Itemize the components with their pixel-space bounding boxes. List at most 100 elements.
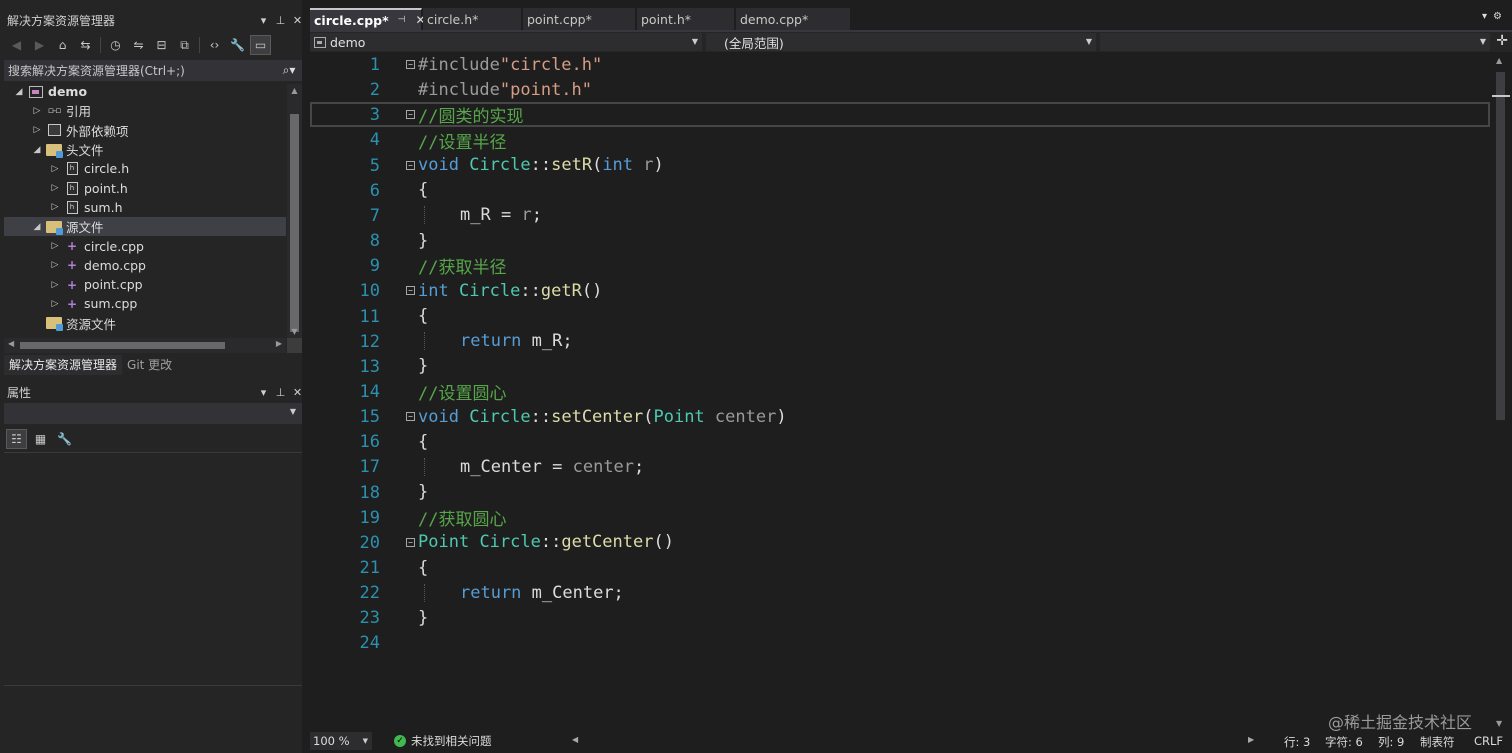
panel-splitter[interactable]: [302, 0, 310, 753]
tree-item[interactable]: ▷ + sum.cpp: [4, 294, 286, 313]
scroll-right-icon[interactable]: ▶: [1248, 735, 1254, 744]
scroll-down-icon[interactable]: ▼: [287, 327, 302, 336]
tab-point-h[interactable]: point.h*: [637, 8, 735, 30]
scroll-down-icon[interactable]: ▼: [1496, 719, 1502, 728]
tree-item[interactable]: ◢ 源文件: [4, 217, 286, 237]
preview-selected-icon[interactable]: ▭: [250, 35, 271, 55]
line-ending-indicator[interactable]: CRLF: [1474, 734, 1503, 748]
scroll-right-icon[interactable]: ▶: [276, 339, 282, 348]
tree-item[interactable]: ▷ h circle.h: [4, 159, 286, 178]
code-line: }: [418, 482, 429, 503]
tree-item[interactable]: ◢ demo: [4, 82, 286, 101]
tree-item[interactable]: 资源文件: [4, 314, 286, 333]
expanded-arrow-icon[interactable]: ◢: [30, 145, 44, 155]
collapsed-arrow-icon[interactable]: ▷: [48, 280, 62, 290]
tree-item-label: point.cpp: [84, 277, 143, 293]
view-code-icon[interactable]: ‹›: [204, 35, 225, 55]
scroll-thumb[interactable]: [290, 114, 299, 332]
tree-item[interactable]: ▷ ▫-▫ 引用: [4, 101, 286, 120]
pending-changes-filter-icon[interactable]: ◷: [105, 35, 126, 55]
dropdown-icon[interactable]: ▾: [255, 386, 272, 399]
tree-horizontal-scrollbar[interactable]: ◀ ▶: [4, 338, 286, 353]
tab-label: point.cpp*: [527, 11, 592, 27]
tree-vertical-scrollbar[interactable]: ▲ ▼: [287, 84, 302, 338]
dropdown-icon[interactable]: ▾: [255, 14, 272, 27]
member-select[interactable]: ▼: [1100, 33, 1490, 51]
collapsed-arrow-icon[interactable]: ▷: [48, 260, 62, 270]
fold-toggle-icon[interactable]: −: [406, 110, 415, 120]
tab-solution-explorer[interactable]: 解决方案资源管理器: [4, 355, 123, 375]
tree-item-label: 源文件: [66, 220, 104, 236]
project-select[interactable]: demo ▼: [310, 33, 702, 51]
tree-item[interactable]: ▷ + circle.cpp: [4, 236, 286, 255]
expanded-arrow-icon[interactable]: ◢: [30, 222, 44, 232]
tab-overflow-icon[interactable]: ▾⚙: [1482, 11, 1508, 22]
expanded-arrow-icon[interactable]: ◢: [12, 87, 26, 97]
split-editor-icon[interactable]: ✛: [1496, 33, 1508, 49]
pin-icon[interactable]: ⊣: [398, 15, 406, 25]
search-icon[interactable]: ⌕▾: [276, 63, 302, 78]
pin-icon[interactable]: ⊥: [272, 14, 289, 27]
tab-point-cpp[interactable]: point.cpp*: [523, 8, 636, 30]
pin-icon[interactable]: ⊥: [272, 386, 289, 399]
properties-wrench-icon[interactable]: 🔧: [227, 35, 248, 55]
forward-icon[interactable]: ▶: [29, 35, 50, 55]
collapsed-arrow-icon[interactable]: ▷: [48, 164, 62, 174]
editor-vertical-scrollbar[interactable]: ▲ ▼: [1492, 52, 1510, 730]
property-pages-icon[interactable]: ▦: [30, 429, 51, 449]
dependencies-icon: [46, 123, 62, 137]
code-line: }: [418, 356, 429, 377]
tree-item[interactable]: ◢ 头文件: [4, 140, 286, 159]
scroll-thumb[interactable]: [20, 342, 225, 349]
tab-label: circle.h*: [427, 11, 479, 27]
collapsed-arrow-icon[interactable]: ▷: [30, 106, 44, 116]
code-editor[interactable]: 1 2 3 4 5 6 7 8 9 10 11 12 13 14 15 16 17 18 19 20 21 22 23 24 …: [310, 52, 1490, 730]
fold-toggle-icon[interactable]: −: [406, 537, 415, 547]
tree-item[interactable]: ▷ 外部依赖项: [4, 121, 286, 140]
fold-toggle-icon[interactable]: −: [406, 412, 415, 422]
tab-circle-h[interactable]: circle.h*: [423, 8, 522, 30]
collapsed-arrow-icon[interactable]: ▷: [48, 241, 62, 251]
scroll-up-icon[interactable]: ▲: [287, 86, 302, 95]
search-input[interactable]: 搜索解决方案资源管理器(Ctrl+;): [8, 62, 276, 79]
collapsed-arrow-icon[interactable]: ▷: [48, 202, 62, 212]
code-line: //设置半径: [418, 132, 507, 153]
tree-item-label: circle.h: [84, 161, 130, 177]
tree-item-label: circle.cpp: [84, 238, 144, 254]
code-line: return m_R;: [310, 329, 1490, 354]
tabs-mode-indicator[interactable]: 制表符: [1420, 734, 1455, 750]
categorized-icon[interactable]: ☷: [6, 429, 27, 449]
zoom-select[interactable]: 100 % ▼: [310, 732, 372, 750]
tree-item[interactable]: ▷ h point.h: [4, 178, 286, 197]
fold-toggle-icon[interactable]: −: [406, 160, 415, 170]
fold-toggle-icon[interactable]: −: [406, 60, 415, 70]
scroll-up-icon[interactable]: ▲: [1496, 56, 1502, 65]
properties-object-select[interactable]: ▼: [4, 403, 302, 424]
solution-explorer-search[interactable]: 搜索解决方案资源管理器(Ctrl+;) ⌕▾: [4, 60, 302, 81]
column-indicator[interactable]: 列: 9: [1378, 734, 1404, 750]
tab-circle-cpp[interactable]: circle.cpp* ⊣ ✕: [310, 8, 426, 30]
scroll-thumb[interactable]: [1496, 72, 1505, 420]
collapse-all-icon[interactable]: ⊟: [151, 35, 172, 55]
collapsed-arrow-icon[interactable]: ▷: [30, 125, 44, 135]
show-all-files-icon[interactable]: ⧉: [174, 35, 195, 55]
tab-git-changes[interactable]: Git 更改: [122, 355, 177, 375]
collapsed-arrow-icon[interactable]: ▷: [48, 183, 62, 193]
char-indicator[interactable]: 字符: 6: [1325, 734, 1363, 750]
line-indicator[interactable]: 行: 3: [1284, 734, 1310, 750]
scroll-left-icon[interactable]: ◀: [8, 339, 14, 348]
tab-demo-cpp[interactable]: demo.cpp*: [736, 8, 851, 30]
sync-icon[interactable]: ⇋: [128, 35, 149, 55]
switch-views-icon[interactable]: ⇆: [75, 35, 96, 55]
wrench-icon[interactable]: 🔧: [54, 429, 75, 449]
scope-select[interactable]: (全局范围) ▼: [706, 33, 1096, 51]
collapsed-arrow-icon[interactable]: ▷: [48, 299, 62, 309]
tree-item[interactable]: ▷ h sum.h: [4, 198, 286, 217]
fold-toggle-icon[interactable]: −: [406, 286, 415, 296]
tree-item[interactable]: ▷ + point.cpp: [4, 275, 286, 294]
home-icon[interactable]: ⌂: [52, 35, 73, 55]
tree-item[interactable]: ▷ + demo.cpp: [4, 256, 286, 275]
issues-indicator[interactable]: ✓ 未找到相关问题: [394, 733, 492, 749]
scroll-left-icon[interactable]: ◀: [572, 735, 578, 744]
back-icon[interactable]: ◀: [6, 35, 27, 55]
